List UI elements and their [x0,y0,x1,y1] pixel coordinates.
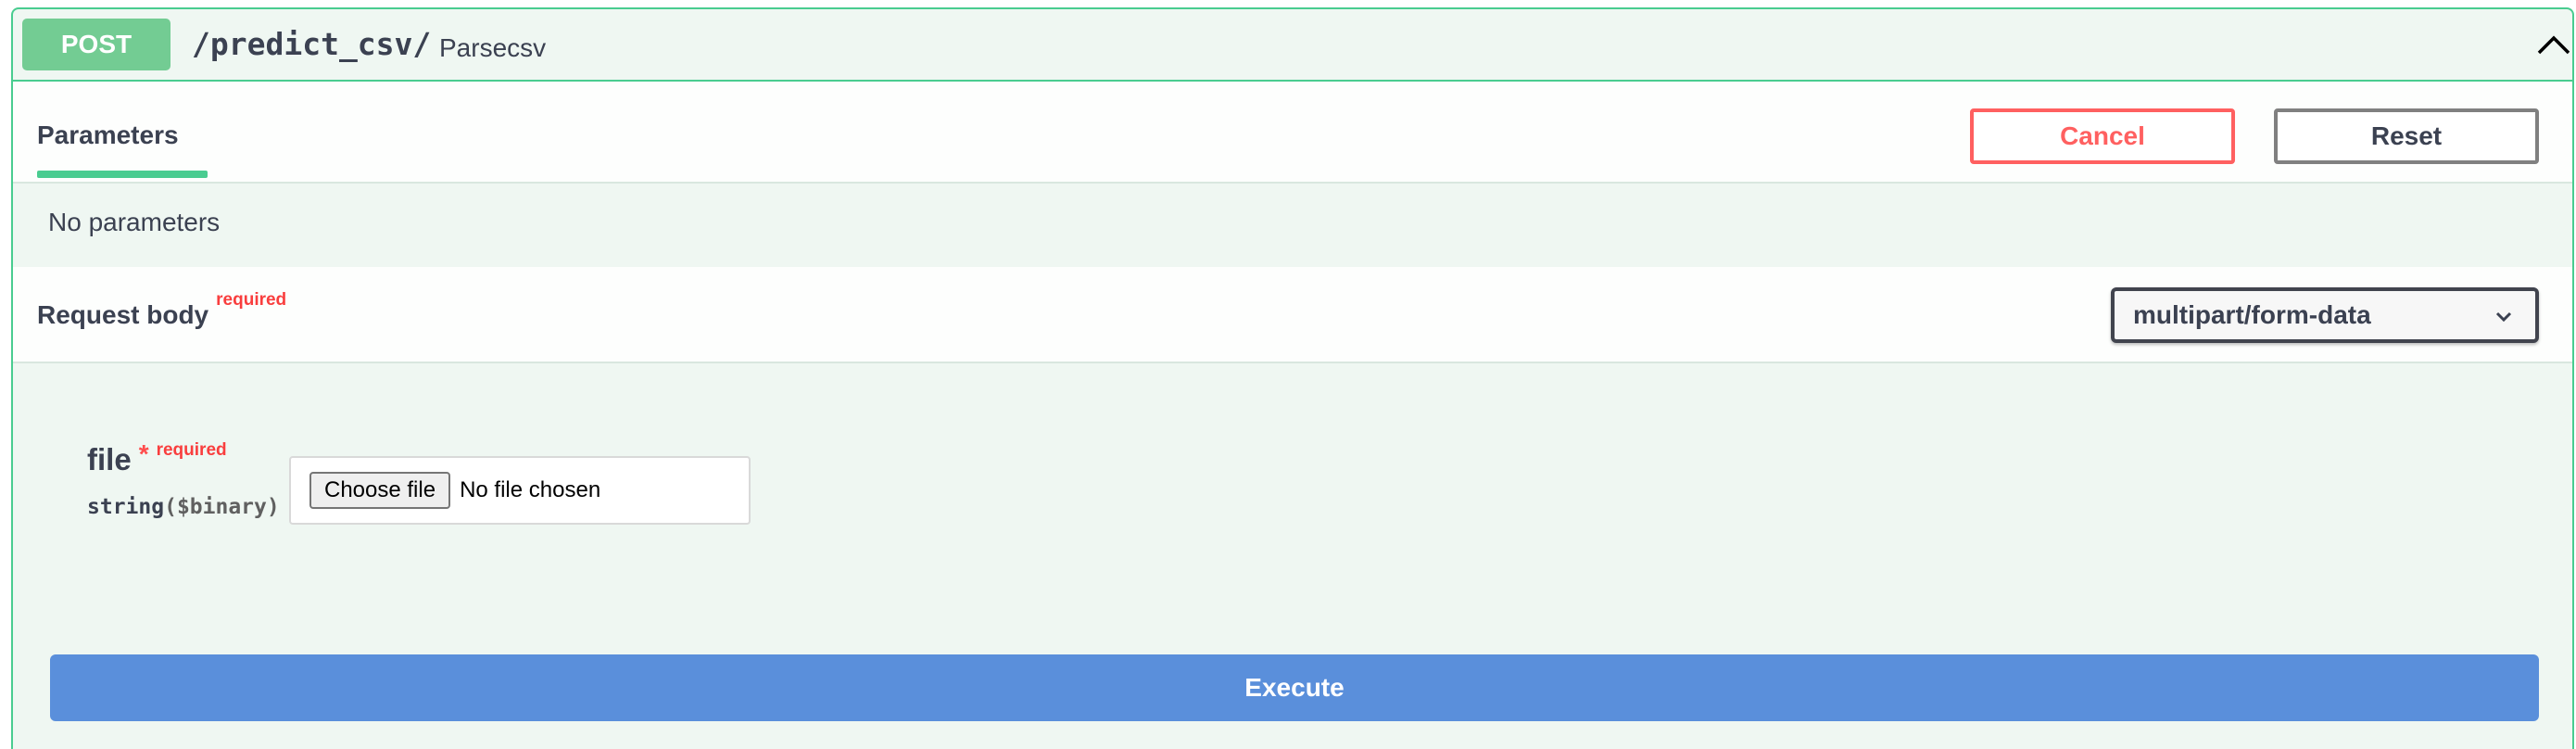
request-body-label: Request body [37,300,209,329]
parameters-header: Parameters Cancel Reset [13,82,2572,184]
param-type-format: ($binary) [164,495,280,519]
reset-button[interactable]: Reset [2274,108,2539,164]
file-param-name: file * required [87,439,227,482]
tab-active-indicator [37,171,208,178]
endpoint-description: Parsecsv [439,33,547,62]
required-label: required [216,290,287,310]
method-badge: POST [22,19,170,70]
execute-button[interactable]: Execute [50,654,2539,721]
choose-file-button[interactable]: Choose file [309,472,451,509]
request-body-title: Request body required [37,290,286,334]
file-input[interactable]: Choose file No file chosen [289,456,751,525]
endpoint-summary[interactable]: POST /predict_csv/ Parsecsv [13,9,2572,82]
tab-parameters[interactable]: Parameters [37,121,179,150]
endpoint-path: /predict_csv/ [192,26,432,62]
required-asterisk: * [138,439,149,468]
no-parameters-text: No parameters [48,208,221,236]
file-param-label: file [87,442,132,476]
file-param-type: string($binary) [87,495,280,519]
endpoint-panel: POST /predict_csv/ Parsecsv Parameters C… [11,7,2574,749]
content-type-select[interactable]: multipart/form-data [2111,287,2539,343]
param-type-name: string [87,495,165,519]
request-body-header: Request body required multipart/form-data [13,267,2572,363]
file-required-label: required [156,440,227,460]
no-file-chosen-text: No file chosen [460,477,601,502]
chevron-up-icon[interactable] [2535,26,2572,63]
cancel-button[interactable]: Cancel [1970,108,2235,164]
content-type-value: multipart/form-data [2133,300,2371,329]
chevron-down-icon [2493,304,2515,326]
